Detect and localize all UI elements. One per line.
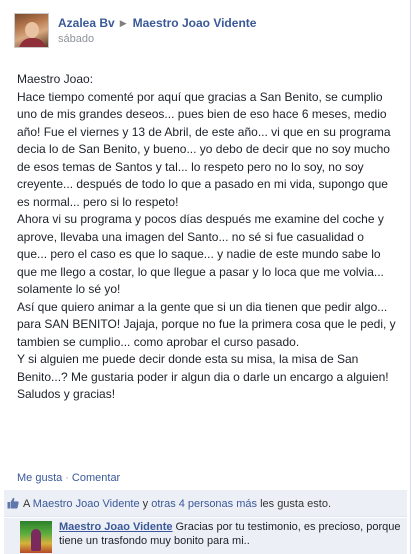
post-message: Maestro Joao: Hace tiempo comenté por aq… [17,71,397,404]
post-header: Azalea Bv ▶ Maestro Joao Vidente sábado [14,13,402,48]
likes-others-link[interactable]: otras 4 personas más [151,498,257,510]
feed-post: Azalea Bv ▶ Maestro Joao Vidente sábado Ma… [0,0,411,554]
action-separator: · [65,472,69,484]
avatar-shirt [19,38,46,47]
like-link[interactable]: Me gusta [17,472,62,484]
message-paragraph: Hace tiempo comenté por aquí que gracias… [17,89,391,209]
commenter-name-link[interactable]: Maestro Joao Vidente [59,521,173,533]
likes-prefix: A [23,498,33,510]
comment-item: Maestro Joao Vidente Gracias por tu testi… [4,518,407,554]
post-names: Azalea Bv ▶ Maestro Joao Vidente [58,16,256,30]
author-link[interactable]: Azalea Bv [58,16,115,30]
comment-body: Maestro Joao Vidente Gracias por tu testi… [59,520,404,548]
thumbs-up-icon [7,497,19,509]
message-paragraph: Maestro Joao: [17,72,94,86]
likes-middle: y [139,498,152,510]
avatar-figure [31,529,41,551]
post-timestamp[interactable]: sábado [58,33,94,45]
message-paragraph: Ahora vi su programa y pocos días despué… [17,212,384,296]
message-paragraph: Y si alguien me puede decir donde esta s… [17,352,389,384]
likes-summary: A Maestro Joao Vidente y otras 4 persona… [4,490,407,517]
post-actions: Me gusta · Comentar [17,472,120,484]
target-page-link[interactable]: Maestro Joao Vidente [133,16,257,30]
avatar-face [25,22,39,38]
message-paragraph: Así que quiero animar a la gente que si … [17,299,396,349]
likes-text: A Maestro Joao Vidente y otras 4 persona… [23,491,331,517]
author-avatar[interactable] [14,13,49,48]
likes-suffix: les gusta esto. [257,498,332,510]
triangle-right-icon: ▶ [119,18,127,28]
message-paragraph: Saludos y gracias! [17,387,116,401]
comment-link[interactable]: Comentar [72,472,120,484]
likes-page-link[interactable]: Maestro Joao Vidente [33,498,140,510]
commenter-avatar[interactable] [20,521,52,553]
